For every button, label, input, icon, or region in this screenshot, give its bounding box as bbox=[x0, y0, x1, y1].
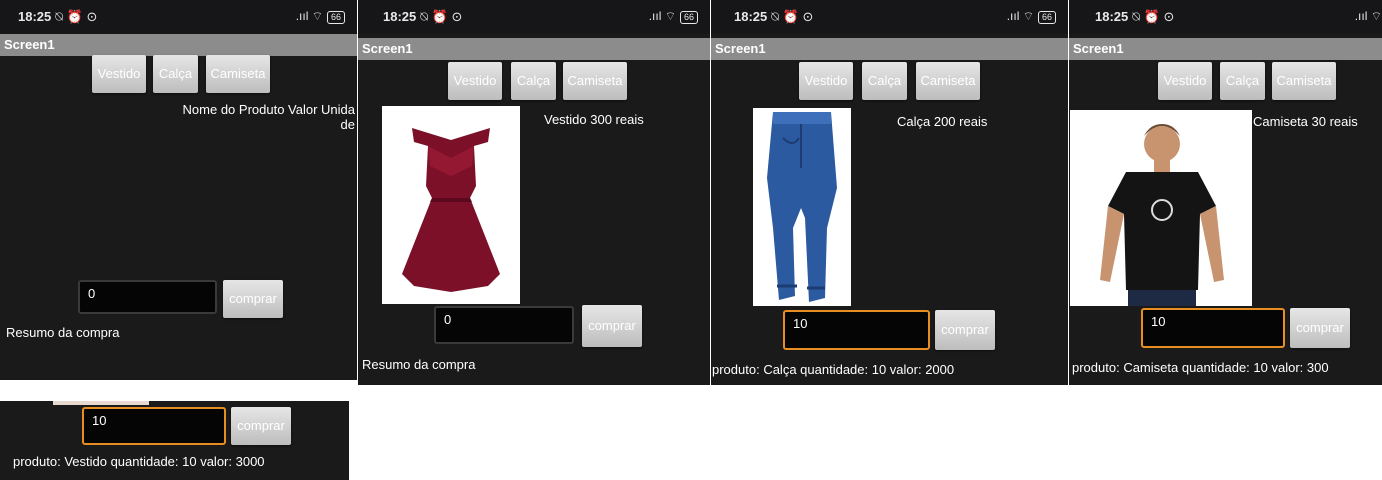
dress-photo bbox=[382, 106, 520, 304]
comprar-button[interactable]: comprar bbox=[1290, 308, 1350, 348]
dress-icon bbox=[402, 128, 500, 292]
status-bar: 18:25 ⍉ ⏰ ⊙ .ııl ⌔ 66 bbox=[0, 0, 357, 34]
product-info: Calça 200 reais bbox=[897, 114, 988, 129]
quantity-input[interactable]: 10 bbox=[1141, 308, 1285, 348]
calca-button[interactable]: Calça bbox=[1220, 62, 1265, 100]
quantity-input[interactable]: 0 bbox=[434, 306, 574, 344]
camiseta-button[interactable]: Camiseta bbox=[1272, 62, 1336, 100]
battery-icon: 66 bbox=[326, 11, 345, 24]
phone-screen-5: 10 comprar produto: Vestido quantidade: … bbox=[0, 401, 349, 480]
comprar-button[interactable]: comprar bbox=[582, 305, 642, 347]
vestido-button[interactable]: Vestido bbox=[92, 55, 146, 93]
product-info: Camiseta 30 reais bbox=[1253, 114, 1358, 129]
product-info: Vestido 300 reais bbox=[544, 112, 644, 127]
tshirt-photo bbox=[1070, 110, 1252, 306]
product-header: Nome do Produto Valor Unida de bbox=[182, 102, 355, 132]
comprar-button[interactable]: comprar bbox=[935, 310, 995, 350]
phone-screen-2: 18:25 ⍉ ⏰ ⊙ .ııl ⌔ 66 Screen1 Vestido Calç… bbox=[358, 0, 710, 385]
calca-button[interactable]: Calça bbox=[862, 62, 907, 100]
status-bar: 18:25 ⍉ ⏰ ⊙ .ııl ⌔ 66 bbox=[711, 0, 1068, 34]
status-icons: ⍉ ⏰ ⊙ bbox=[771, 9, 814, 24]
signal-wifi-icon: .ııl ⌔ bbox=[295, 9, 323, 23]
purchase-summary: produto: Vestido quantidade: 10 valor: 3… bbox=[13, 454, 265, 469]
signal-wifi-icon: .ııl ⌔ bbox=[1354, 9, 1382, 23]
status-bar: 18:25 ⍉ ⏰ ⊙ .ııl ⌔ bbox=[1069, 0, 1382, 34]
status-icons: ⍉ ⏰ ⊙ bbox=[1132, 9, 1175, 24]
calca-button[interactable]: Calça bbox=[153, 55, 198, 93]
status-time: 18:25 bbox=[383, 9, 417, 24]
phone-screen-1: 18:25 ⍉ ⏰ ⊙ .ııl ⌔ 66 Screen1 Vestido Calç… bbox=[0, 0, 357, 380]
comprar-button[interactable]: comprar bbox=[223, 280, 283, 318]
screen-title: Screen1 bbox=[1069, 38, 1382, 60]
purchase-summary: produto: Camiseta quantidade: 10 valor: … bbox=[1072, 360, 1329, 375]
vestido-button[interactable]: Vestido bbox=[1158, 62, 1212, 100]
quantity-input[interactable]: 10 bbox=[783, 310, 930, 350]
screen-title: Screen1 bbox=[358, 38, 710, 60]
vestido-button[interactable]: Vestido bbox=[448, 62, 502, 100]
battery-icon: 66 bbox=[679, 11, 698, 24]
signal-wifi-icon: .ııl ⌔ bbox=[1006, 9, 1034, 23]
status-icons: ⍉ ⏰ ⊙ bbox=[55, 9, 98, 24]
dress-photo-crop bbox=[53, 401, 149, 405]
battery-icon: 66 bbox=[1037, 11, 1056, 24]
screen-title: Screen1 bbox=[711, 38, 1068, 60]
comprar-button[interactable]: comprar bbox=[231, 407, 291, 445]
purchase-summary: Resumo da compra bbox=[362, 357, 476, 372]
status-time: 18:25 bbox=[1095, 9, 1129, 24]
status-icons: ⍉ ⏰ ⊙ bbox=[420, 9, 463, 24]
camiseta-button[interactable]: Camiseta bbox=[563, 62, 627, 100]
signal-wifi-icon: .ııl ⌔ bbox=[648, 9, 676, 23]
calca-button[interactable]: Calça bbox=[511, 62, 556, 100]
camiseta-button[interactable]: Camiseta bbox=[916, 62, 980, 100]
camiseta-button[interactable]: Camiseta bbox=[206, 55, 270, 93]
jeans-icon bbox=[767, 112, 837, 302]
purchase-summary: produto: Calça quantidade: 10 valor: 200… bbox=[712, 362, 955, 377]
purchase-summary: Resumo da compra bbox=[6, 325, 120, 340]
screen-title: Screen1 bbox=[0, 34, 357, 56]
tshirt-icon bbox=[1100, 124, 1224, 306]
vestido-button[interactable]: Vestido bbox=[799, 62, 853, 100]
quantity-input[interactable]: 10 bbox=[82, 407, 226, 445]
phone-screen-3: 18:25 ⍉ ⏰ ⊙ .ııl ⌔ 66 Screen1 Vestido Calç… bbox=[711, 0, 1068, 385]
phone-screen-4: 18:25 ⍉ ⏰ ⊙ .ııl ⌔ Screen1 Vestido Calça … bbox=[1069, 0, 1382, 385]
jeans-photo bbox=[753, 108, 851, 306]
status-time: 18:25 bbox=[18, 9, 52, 24]
status-time: 18:25 bbox=[734, 9, 768, 24]
status-bar: 18:25 ⍉ ⏰ ⊙ .ııl ⌔ 66 bbox=[358, 0, 710, 34]
quantity-input[interactable]: 0 bbox=[78, 280, 217, 314]
